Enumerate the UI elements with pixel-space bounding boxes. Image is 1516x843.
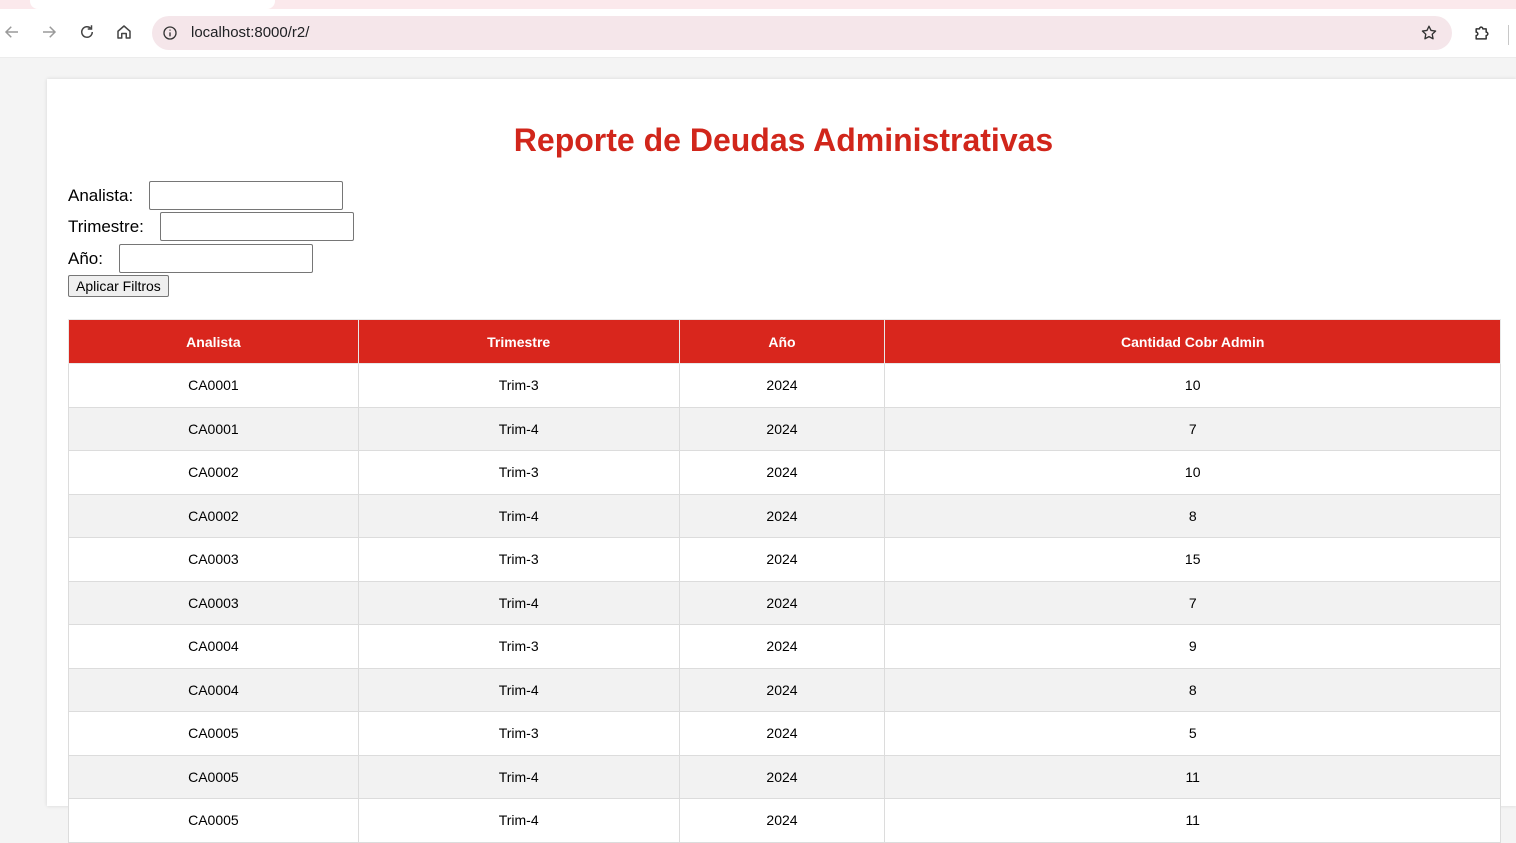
- cell-trimestre: Trim-4: [357, 406, 680, 451]
- cell-cantidad: 10: [884, 363, 1501, 408]
- cell-trimestre: Trim-4: [357, 580, 680, 625]
- arrow-left-icon: [4, 26, 18, 38]
- table-row: CA0005 Trim-4 2024 11: [68, 754, 1501, 799]
- cell-anio: 2024: [678, 624, 886, 669]
- home-button[interactable]: [112, 20, 136, 44]
- cell-analista: CA0001: [68, 406, 359, 451]
- cell-cantidad: 11: [884, 798, 1501, 843]
- cell-analista: CA0005: [68, 798, 359, 843]
- cell-cantidad: 7: [884, 580, 1501, 625]
- table-row: CA0001 Trim-4 2024 7: [68, 406, 1501, 451]
- cell-cantidad: 8: [884, 493, 1501, 538]
- info-icon[interactable]: [161, 24, 179, 42]
- filter-trimestre: Trimestre:: [68, 212, 354, 241]
- cell-anio: 2024: [678, 711, 886, 756]
- cell-analista: CA0003: [68, 580, 359, 625]
- table-row: CA0005 Trim-4 2024 11: [68, 798, 1501, 843]
- header-cantidad[interactable]: Cantidad Cobr Admin: [884, 319, 1501, 364]
- cell-trimestre: Trim-3: [357, 450, 680, 495]
- analista-label: Analista:: [68, 185, 134, 205]
- trimestre-input[interactable]: [159, 212, 354, 241]
- cell-anio: 2024: [678, 667, 886, 712]
- cell-cantidad: 8: [884, 667, 1501, 712]
- cell-analista: CA0005: [68, 754, 359, 799]
- cell-anio: 2024: [678, 754, 886, 799]
- header-analista[interactable]: Analista: [68, 319, 359, 364]
- cell-analista: CA0002: [68, 493, 359, 538]
- cell-trimestre: Trim-4: [357, 667, 680, 712]
- cell-cantidad: 9: [884, 624, 1501, 669]
- table-row: CA0003 Trim-4 2024 7: [68, 580, 1501, 625]
- cell-anio: 2024: [678, 363, 886, 408]
- arrow-right-icon: [43, 26, 57, 38]
- puzzle-icon[interactable]: [1470, 21, 1494, 45]
- cell-cantidad: 15: [884, 537, 1501, 582]
- cell-cantidad: 7: [884, 406, 1501, 451]
- header-trimestre[interactable]: Trimestre: [357, 319, 680, 364]
- table-row: CA0004 Trim-3 2024 9: [68, 624, 1501, 669]
- cell-analista: CA0005: [68, 711, 359, 756]
- star-icon[interactable]: [1420, 24, 1438, 42]
- address-bar[interactable]: localhost:8000/r2/: [152, 16, 1452, 50]
- cell-trimestre: Trim-3: [357, 711, 680, 756]
- cell-anio: 2024: [678, 580, 886, 625]
- filter-analista: Analista:: [68, 181, 344, 210]
- cell-anio: 2024: [678, 493, 886, 538]
- anio-label: Año:: [68, 248, 103, 268]
- table-row: CA0003 Trim-3 2024 15: [68, 537, 1501, 582]
- table-row: CA0002 Trim-4 2024 8: [68, 493, 1501, 538]
- cell-analista: CA0003: [68, 537, 359, 582]
- cell-trimestre: Trim-4: [357, 798, 680, 843]
- reload-button[interactable]: [75, 20, 99, 44]
- cell-analista: CA0001: [68, 363, 359, 408]
- cell-trimestre: Trim-3: [357, 624, 680, 669]
- tab-strip: [0, 0, 1516, 9]
- home-icon: [117, 25, 131, 39]
- back-button[interactable]: [0, 20, 24, 44]
- cell-cantidad: 10: [884, 450, 1501, 495]
- report-card: Reporte de Deudas Administrativas Analis…: [47, 79, 1516, 843]
- cell-anio: 2024: [678, 450, 886, 495]
- browser-toolbar: localhost:8000/r2/: [0, 9, 1516, 58]
- cell-trimestre: Trim-4: [357, 754, 680, 799]
- table-row: CA0005 Trim-3 2024 5: [68, 711, 1501, 756]
- header-anio[interactable]: Año: [678, 319, 886, 364]
- toolbar-divider: [1508, 25, 1509, 45]
- cell-analista: CA0004: [68, 624, 359, 669]
- page-title: Reporte de Deudas Administrativas: [513, 122, 1054, 158]
- table-row: CA0004 Trim-4 2024 8: [68, 667, 1501, 712]
- table-row: CA0001 Trim-3 2024 10: [68, 363, 1501, 408]
- report-table: Analista Trimestre Año Cantidad Cobr Adm…: [68, 319, 1501, 843]
- trimestre-label: Trimestre:: [68, 216, 144, 236]
- filter-anio: Año:: [68, 244, 313, 273]
- cell-analista: CA0002: [68, 450, 359, 495]
- active-tab[interactable]: [30, 0, 275, 9]
- apply-filters-button[interactable]: Aplicar Filtros: [68, 275, 169, 297]
- anio-input[interactable]: [118, 244, 313, 273]
- table-header-row: Analista Trimestre Año Cantidad Cobr Adm…: [68, 319, 1501, 364]
- table-row: CA0002 Trim-3 2024 10: [68, 450, 1501, 495]
- cell-cantidad: 11: [884, 754, 1501, 799]
- url-text: localhost:8000/r2/: [191, 24, 310, 41]
- cell-anio: 2024: [678, 406, 886, 451]
- forward-button[interactable]: [37, 20, 61, 44]
- table-body: CA0001 Trim-3 2024 10 CA0001 Trim-4 2024 7 CA000…: [68, 363, 1501, 843]
- cell-trimestre: Trim-4: [357, 493, 680, 538]
- cell-analista: CA0004: [68, 667, 359, 712]
- cell-anio: 2024: [678, 537, 886, 582]
- cell-anio: 2024: [678, 798, 886, 843]
- reload-icon: [81, 25, 93, 38]
- cell-cantidad: 5: [884, 711, 1501, 756]
- cell-trimestre: Trim-3: [357, 363, 680, 408]
- analista-input[interactable]: [149, 181, 344, 210]
- cell-trimestre: Trim-3: [357, 537, 680, 582]
